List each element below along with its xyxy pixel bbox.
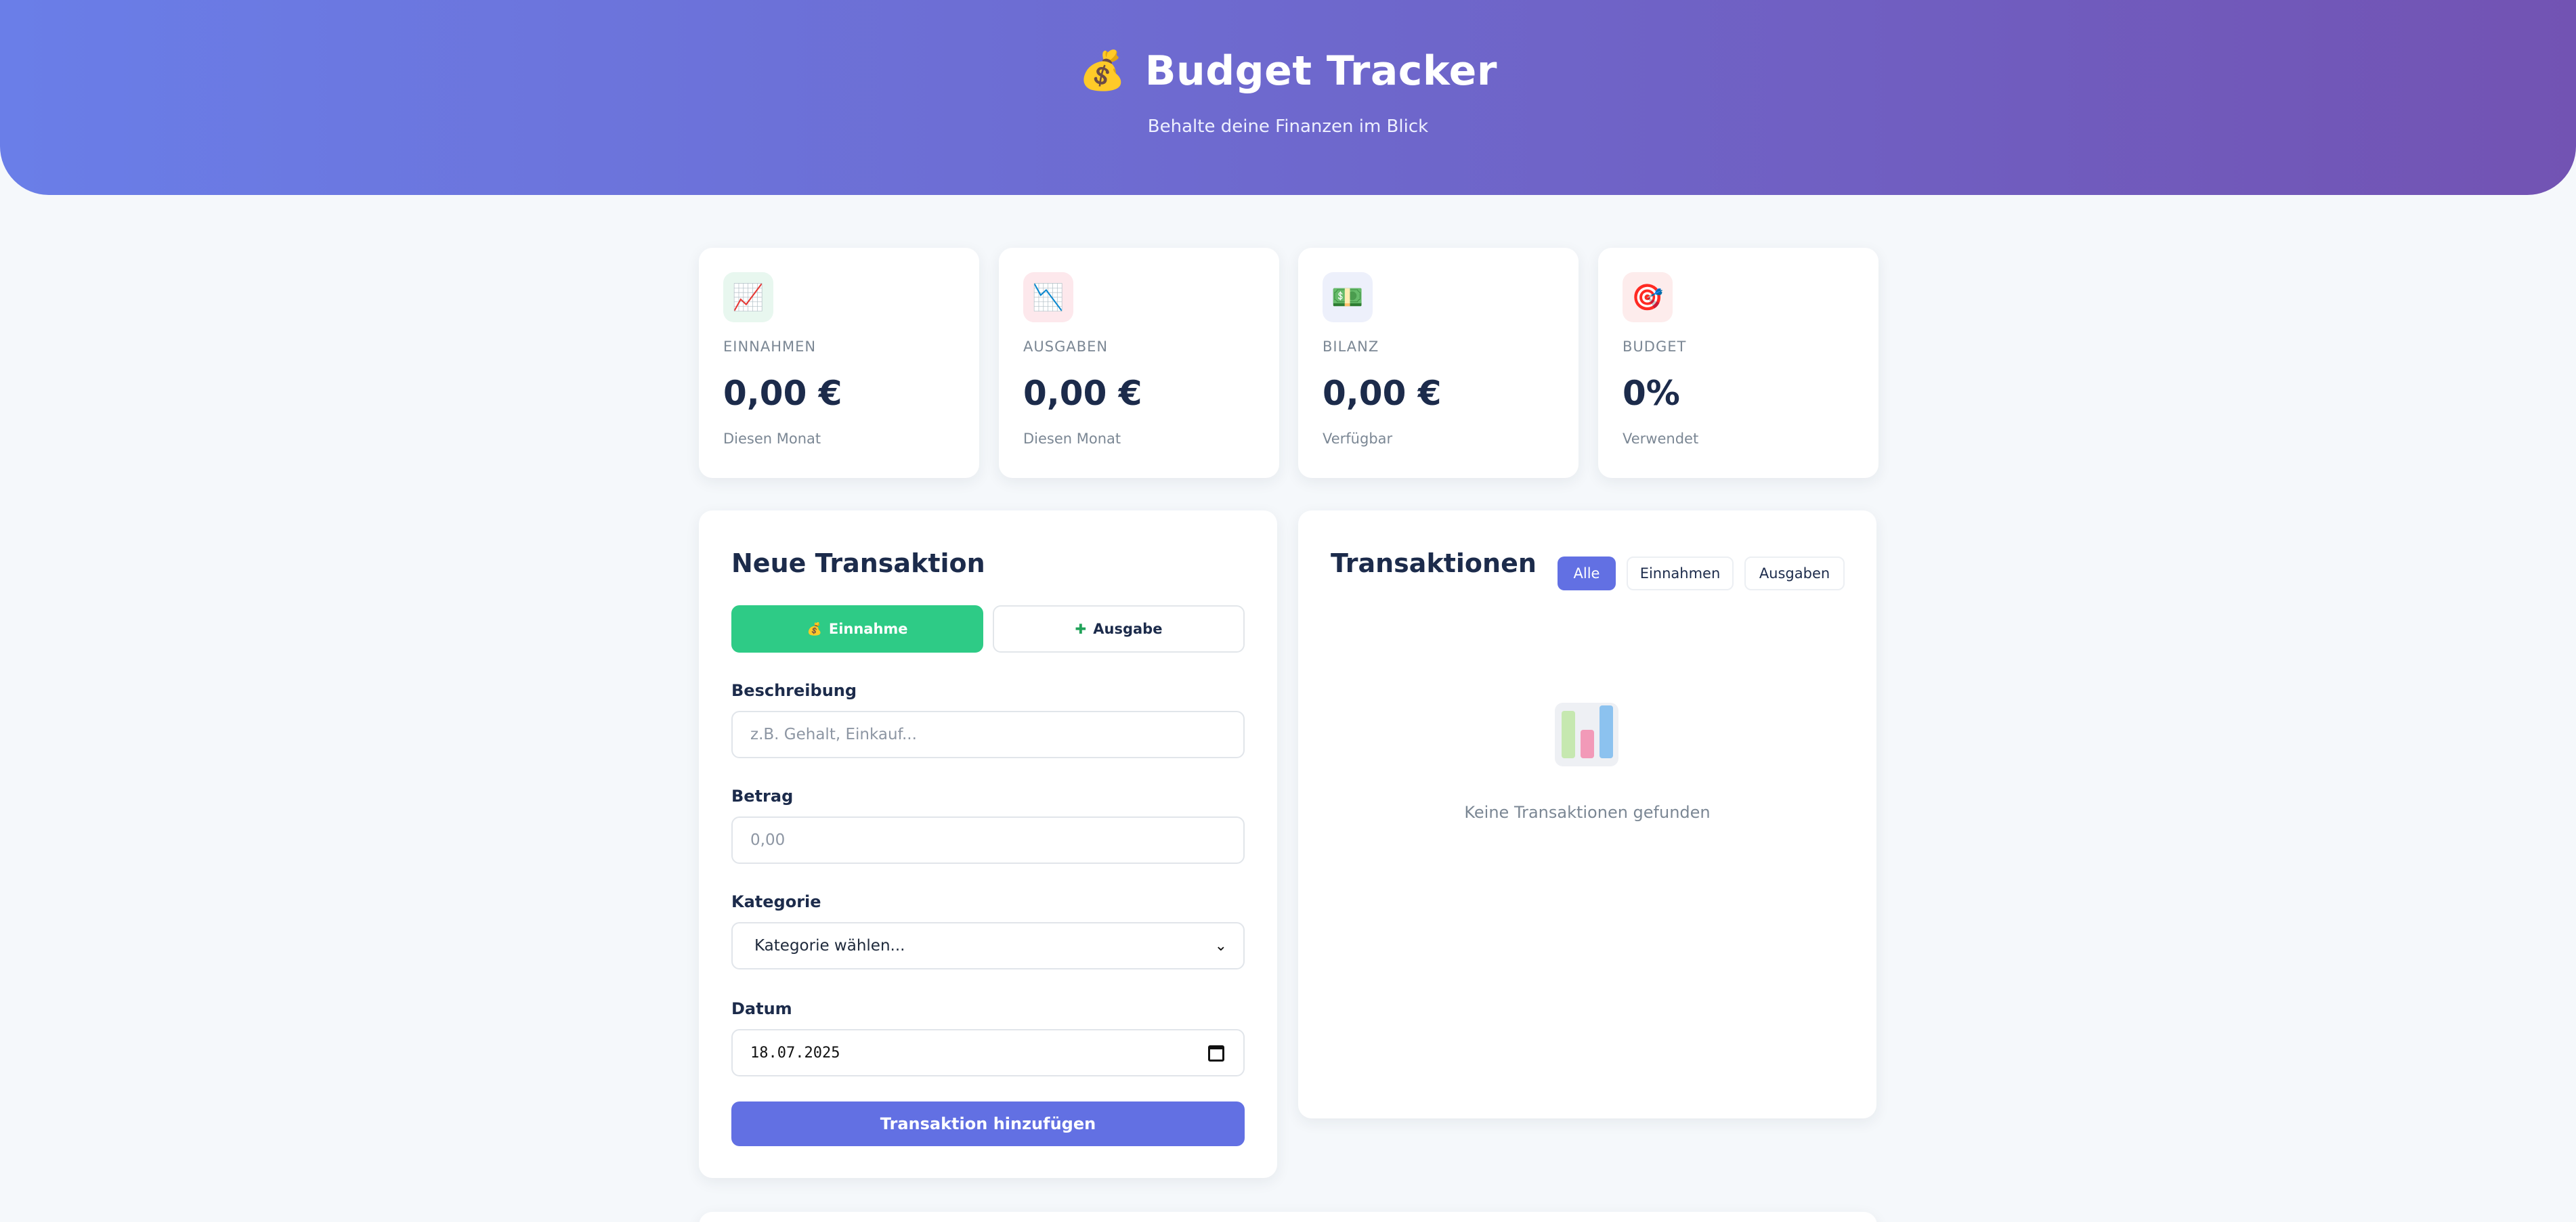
stat-card-balance: 💵 BILANZ 0,00 € Verfügbar [1298,248,1579,478]
filter-income-button[interactable]: Einnahmen [1627,557,1734,590]
stat-value: 0,00 € [1323,374,1442,413]
date-input[interactable]: 18.07.2025 [731,1029,1245,1076]
calendar-icon[interactable] [1208,1045,1224,1062]
stat-sub: Diesen Monat [1023,431,1121,447]
description-label: Beschreibung [731,681,857,700]
chevron-down-icon: ⌄ [1214,937,1227,955]
chart-bar [1562,711,1575,758]
bottom-panel [699,1212,1877,1222]
moneybag-icon: 💰 [807,621,822,636]
filter-all-button[interactable]: Alle [1558,557,1616,590]
stat-label: BUDGET [1623,339,1687,355]
description-input[interactable]: z.B. Gehalt, Einkauf... [731,711,1245,758]
category-select[interactable]: Kategorie wählen... ⌄ [731,922,1245,969]
bar-chart-icon [1555,703,1618,766]
chart-bar [1581,730,1594,758]
amount-input[interactable]: 0,00 [731,816,1245,864]
stat-sub: Verwendet [1623,431,1699,447]
empty-state-text: Keine Transaktionen gefunden [1464,803,1711,822]
date-label: Datum [731,999,792,1018]
income-type-label: Einnahme [828,621,908,637]
income-type-button[interactable]: 💰 Einnahme [731,605,983,653]
description-placeholder: z.B. Gehalt, Einkauf... [750,726,917,743]
stat-label: AUSGABEN [1023,339,1109,355]
expense-type-label: Ausgabe [1093,621,1163,637]
stat-label: BILANZ [1323,339,1379,355]
chart-down-icon: 📉 [1023,272,1073,322]
transactions-title: Transaktionen [1331,548,1537,578]
stat-sub: Verfügbar [1323,431,1393,447]
stat-card-income: 📈 EINNAHMEN 0,00 € Diesen Monat [699,248,979,478]
app-subtitle: Behalte deine Finanzen im Blick [1147,116,1429,137]
stat-sub: Diesen Monat [723,431,821,447]
category-selected: Kategorie wählen... [754,937,905,955]
title-row: 💰 Budget Tracker [0,47,2576,95]
chart-bar [1600,705,1613,758]
add-transaction-button[interactable]: Transaktion hinzufügen [731,1101,1245,1146]
expense-type-button[interactable]: ✚ Ausgabe [993,605,1245,653]
amount-placeholder: 0,00 [750,831,786,849]
banknote-icon: 💵 [1323,272,1373,322]
filter-expenses-button[interactable]: Ausgaben [1744,557,1845,590]
target-icon: 🎯 [1623,272,1673,322]
stat-value: 0% [1623,374,1680,413]
date-value: 18.07.2025 [750,1044,840,1062]
app-title: Budget Tracker [1144,47,1497,95]
stat-card-expenses: 📉 AUSGABEN 0,00 € Diesen Monat [999,248,1279,478]
money-bag-icon: 💰 [1079,49,1126,93]
stat-label: EINNAHMEN [723,339,817,355]
app-header: 💰 Budget Tracker Behalte deine Finanzen … [0,0,2576,195]
stat-value: 0,00 € [723,374,842,413]
category-label: Kategorie [731,892,821,911]
stat-card-budget: 🎯 BUDGET 0% Verwendet [1598,248,1879,478]
chart-up-icon: 📈 [723,272,773,322]
cross-icon: ✚ [1075,621,1087,637]
form-title: Neue Transaktion [731,548,985,578]
amount-label: Betrag [731,787,794,806]
stat-value: 0,00 € [1023,374,1142,413]
